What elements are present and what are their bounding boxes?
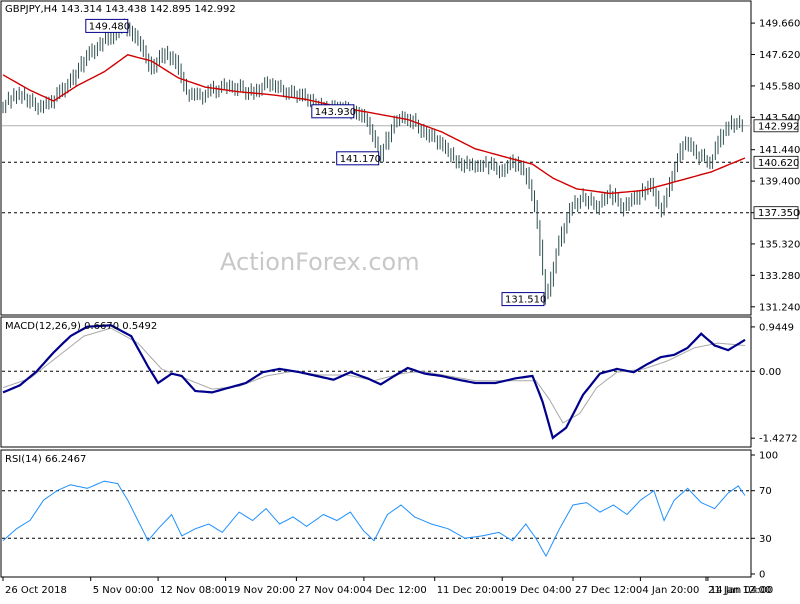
x-tick-label: 19 Nov 20:00 [228, 585, 295, 596]
price-annotation-label: 143.930 [315, 107, 356, 118]
price-y-tick-label: 135.320 [759, 239, 800, 250]
last-price-axis-label: 142.992 [758, 121, 799, 132]
x-tick-label: 12 Nov 08:00 [160, 585, 227, 596]
price-y-tick-label: 131.240 [759, 302, 800, 313]
macd-layer [2, 324, 751, 440]
rsi-line [2, 480, 746, 558]
price-y-tick-label: 145.580 [759, 81, 800, 92]
x-tick-label: 4 Dec 12:00 [366, 585, 427, 596]
rsi-y-tick-label: 30 [759, 534, 772, 545]
price-annotation-label: 131.510 [505, 295, 546, 306]
price-annotation-label: 149.480 [89, 21, 130, 32]
price-annotation-label: 141.170 [340, 154, 381, 165]
rsi-panel-frame [0, 449, 752, 578]
price-y-tick-label: 147.620 [759, 50, 800, 61]
rsi-y-tick-label: 100 [759, 451, 778, 462]
macd-line [2, 324, 746, 440]
x-tick-label: 21 Jan 12:00 [708, 585, 771, 596]
x-tick-label: 19 Dec 04:00 [504, 585, 571, 596]
rsi-y-tick-label: 70 [759, 486, 772, 497]
level-axis-label: 137.350 [758, 208, 799, 219]
x-tick-label: 27 Nov 04:00 [298, 585, 365, 596]
x-tick-label: 11 Dec 20:00 [437, 585, 504, 596]
macd-y-tick-label: 0.9449 [759, 322, 794, 333]
macd-y-tick-label: 0.00 [759, 367, 781, 378]
macd-y-tick-label: -1.4272 [759, 434, 798, 445]
price-y-tick-label: 149.660 [759, 19, 800, 30]
axis-layer: 149.660147.620145.580143.540141.440139.4… [2, 19, 800, 596]
level-axis-label: 140.620 [758, 158, 799, 169]
watermark: ActionForex.com [220, 248, 420, 276]
price-panel-title: GBPJPY,H4 143.314 143.438 142.895 142.99… [5, 4, 236, 15]
chart-root: ActionForex.com 149.480 143.930 141.170 131… [0, 0, 800, 600]
macd-panel-title: MACD(12,26,9) 0.6670 0.5492 [5, 321, 157, 332]
price-y-tick-label: 139.400 [759, 177, 800, 188]
x-tick-label: 5 Nov 00:00 [93, 585, 154, 596]
x-tick-label: 4 Jan 20:00 [642, 585, 699, 596]
rsi-panel-title: RSI(14) 66.2467 [5, 454, 86, 465]
price-y-tick-label: 141.440 [759, 145, 800, 156]
x-tick-label: 27 Dec 12:00 [575, 585, 642, 596]
chart-svg: ActionForex.com 149.480 143.930 141.170 131… [0, 0, 800, 596]
rsi-layer [2, 480, 751, 558]
moving-average-line [2, 54, 746, 195]
price-y-tick-label: 133.280 [759, 271, 800, 282]
rsi-y-tick-label: 0 [759, 570, 765, 581]
x-tick-label: 26 Oct 2018 [5, 585, 67, 596]
macd-signal-line [2, 327, 746, 424]
